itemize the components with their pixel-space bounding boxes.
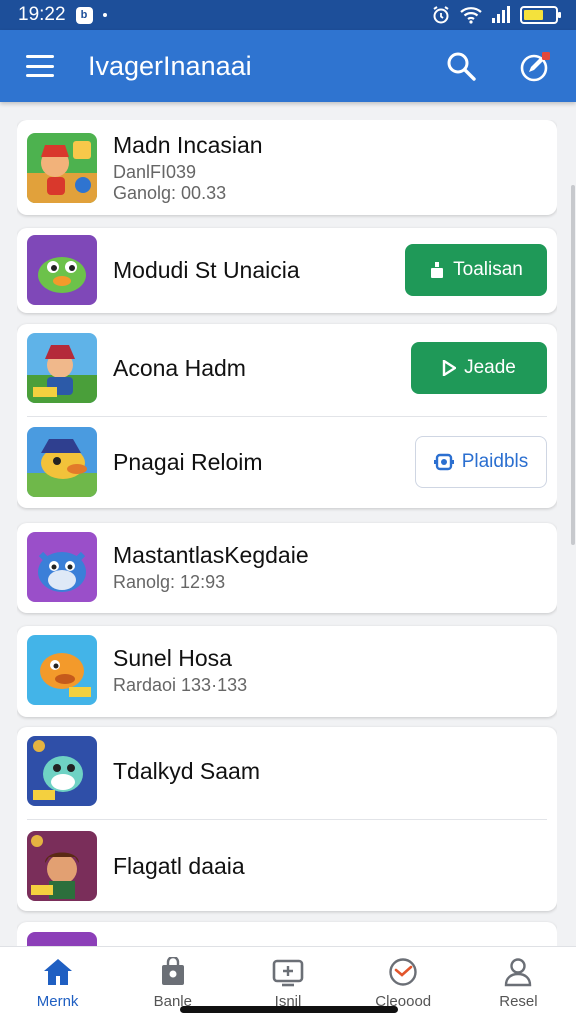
open-button-label: Jeade bbox=[464, 357, 516, 378]
status-bar: 19:22 b bbox=[0, 0, 576, 30]
list-item-title: Sunel Hosa bbox=[113, 644, 232, 671]
play-icon bbox=[442, 360, 457, 376]
list-item-subtitle: Rardaoi 133·133 bbox=[113, 674, 248, 695]
list-item[interactable]: Flagatl daaia bbox=[17, 830, 557, 902]
status-time: 19:22 bbox=[18, 4, 66, 25]
search-icon[interactable] bbox=[446, 51, 476, 81]
nav-item-home[interactable]: Mernk bbox=[0, 947, 115, 1024]
clock-icon bbox=[389, 958, 417, 986]
details-button-label: Plaidbls bbox=[461, 451, 529, 472]
notification-dot-icon bbox=[102, 13, 107, 17]
details-button[interactable]: Plaidbls bbox=[415, 436, 547, 488]
list-item-title: Tdalkyd Saam bbox=[113, 757, 261, 784]
install-button-label: Toalisan bbox=[453, 259, 523, 280]
list-item-subtitle: Ranolg: 12:93 bbox=[113, 571, 226, 592]
nav-item-profile[interactable]: Resel bbox=[461, 947, 576, 1024]
app-bar: IvagerInanaai bbox=[0, 30, 576, 102]
signal-icon bbox=[492, 6, 510, 23]
game-thumbnail bbox=[27, 736, 97, 806]
list-item-title: Flagatl daaia bbox=[113, 852, 245, 879]
game-thumbnail bbox=[27, 635, 97, 705]
game-thumbnail bbox=[27, 831, 97, 901]
edit-icon[interactable] bbox=[520, 50, 552, 82]
divider bbox=[27, 819, 547, 820]
list-item-subtitle: Ganolg: 00.33 bbox=[113, 183, 227, 203]
bag-icon bbox=[161, 957, 184, 985]
settings-icon bbox=[433, 453, 454, 471]
game-thumbnail bbox=[27, 235, 97, 305]
list-item-title: MastantlasKegdaie bbox=[113, 541, 309, 568]
game-thumbnail bbox=[27, 333, 97, 403]
game-thumbnail bbox=[27, 427, 97, 497]
list-card bbox=[17, 922, 557, 946]
list-item-subtitle: DanlFI039 bbox=[113, 162, 197, 182]
list-item[interactable]: Sunel Hosa Rardaoi 133·133 bbox=[17, 634, 557, 706]
game-thumbnail bbox=[27, 133, 97, 203]
home-icon bbox=[43, 959, 72, 985]
menu-icon[interactable] bbox=[26, 55, 54, 77]
list-item[interactable]: Madn Incasian DanlFI039 Ganolg: 00.33 bbox=[17, 132, 557, 204]
list-item-title: Madn Incasian bbox=[113, 132, 263, 158]
open-button[interactable]: Jeade bbox=[411, 342, 547, 394]
game-thumbnail bbox=[27, 532, 97, 602]
install-button[interactable]: Toalisan bbox=[405, 244, 547, 296]
divider bbox=[27, 416, 547, 417]
nav-label: Resel bbox=[499, 993, 538, 1010]
game-thumbnail bbox=[27, 932, 97, 946]
list-item[interactable]: Tdalkyd Saam bbox=[17, 735, 557, 807]
scrollbar[interactable] bbox=[571, 185, 575, 545]
download-icon bbox=[431, 262, 444, 278]
page-title: IvagerInanaai bbox=[88, 50, 252, 81]
nav-label: Mernk bbox=[36, 993, 79, 1010]
alarm-icon bbox=[433, 6, 449, 24]
person-icon bbox=[505, 958, 532, 987]
list-item[interactable]: MastantlasKegdaie Ranolg: 12:93 bbox=[17, 531, 557, 603]
game-list[interactable]: Madn Incasian DanlFI039 Ganolg: 00.33 Mo… bbox=[17, 120, 557, 946]
wifi-icon bbox=[460, 7, 482, 24]
tv-icon bbox=[272, 959, 304, 987]
battery-icon bbox=[520, 6, 561, 24]
notification-app-icon: b bbox=[75, 6, 93, 24]
home-indicator[interactable] bbox=[180, 1006, 398, 1013]
